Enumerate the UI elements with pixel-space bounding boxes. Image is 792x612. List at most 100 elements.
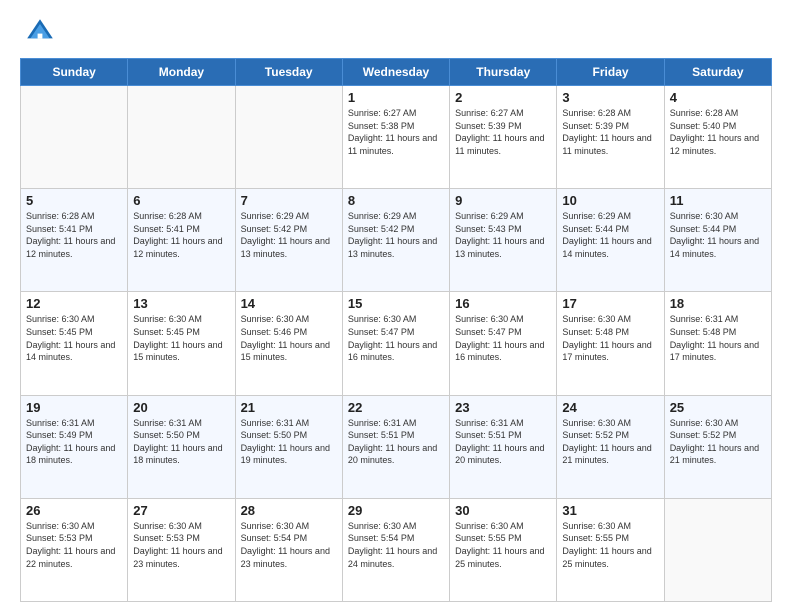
calendar-cell: 5 Sunrise: 6:28 AMSunset: 5:41 PMDayligh… bbox=[21, 189, 128, 292]
calendar-cell: 12 Sunrise: 6:30 AMSunset: 5:45 PMDaylig… bbox=[21, 292, 128, 395]
calendar-cell: 9 Sunrise: 6:29 AMSunset: 5:43 PMDayligh… bbox=[450, 189, 557, 292]
cell-info: Sunrise: 6:28 AMSunset: 5:39 PMDaylight:… bbox=[562, 107, 658, 157]
calendar-cell: 30 Sunrise: 6:30 AMSunset: 5:55 PMDaylig… bbox=[450, 498, 557, 601]
cell-info: Sunrise: 6:30 AMSunset: 5:46 PMDaylight:… bbox=[241, 313, 337, 363]
calendar-cell: 21 Sunrise: 6:31 AMSunset: 5:50 PMDaylig… bbox=[235, 395, 342, 498]
day-header-tuesday: Tuesday bbox=[235, 59, 342, 86]
cell-info: Sunrise: 6:30 AMSunset: 5:55 PMDaylight:… bbox=[455, 520, 551, 570]
calendar-cell: 19 Sunrise: 6:31 AMSunset: 5:49 PMDaylig… bbox=[21, 395, 128, 498]
calendar-cell: 13 Sunrise: 6:30 AMSunset: 5:45 PMDaylig… bbox=[128, 292, 235, 395]
cell-info: Sunrise: 6:29 AMSunset: 5:44 PMDaylight:… bbox=[562, 210, 658, 260]
cell-info: Sunrise: 6:30 AMSunset: 5:52 PMDaylight:… bbox=[562, 417, 658, 467]
day-header-monday: Monday bbox=[128, 59, 235, 86]
day-number: 12 bbox=[26, 296, 122, 311]
logo-icon bbox=[24, 16, 56, 48]
day-number: 7 bbox=[241, 193, 337, 208]
page: SundayMondayTuesdayWednesdayThursdayFrid… bbox=[0, 0, 792, 612]
calendar-cell: 14 Sunrise: 6:30 AMSunset: 5:46 PMDaylig… bbox=[235, 292, 342, 395]
day-number: 23 bbox=[455, 400, 551, 415]
day-number: 6 bbox=[133, 193, 229, 208]
day-number: 10 bbox=[562, 193, 658, 208]
day-number: 1 bbox=[348, 90, 444, 105]
day-number: 26 bbox=[26, 503, 122, 518]
day-header-sunday: Sunday bbox=[21, 59, 128, 86]
calendar-week-row: 26 Sunrise: 6:30 AMSunset: 5:53 PMDaylig… bbox=[21, 498, 772, 601]
day-number: 31 bbox=[562, 503, 658, 518]
day-number: 30 bbox=[455, 503, 551, 518]
cell-info: Sunrise: 6:30 AMSunset: 5:53 PMDaylight:… bbox=[26, 520, 122, 570]
calendar-cell: 2 Sunrise: 6:27 AMSunset: 5:39 PMDayligh… bbox=[450, 86, 557, 189]
cell-info: Sunrise: 6:31 AMSunset: 5:50 PMDaylight:… bbox=[133, 417, 229, 467]
day-number: 17 bbox=[562, 296, 658, 311]
cell-info: Sunrise: 6:31 AMSunset: 5:51 PMDaylight:… bbox=[455, 417, 551, 467]
day-number: 18 bbox=[670, 296, 766, 311]
calendar-cell: 22 Sunrise: 6:31 AMSunset: 5:51 PMDaylig… bbox=[342, 395, 449, 498]
calendar-cell: 15 Sunrise: 6:30 AMSunset: 5:47 PMDaylig… bbox=[342, 292, 449, 395]
day-number: 3 bbox=[562, 90, 658, 105]
cell-info: Sunrise: 6:28 AMSunset: 5:40 PMDaylight:… bbox=[670, 107, 766, 157]
cell-info: Sunrise: 6:30 AMSunset: 5:45 PMDaylight:… bbox=[133, 313, 229, 363]
cell-info: Sunrise: 6:29 AMSunset: 5:42 PMDaylight:… bbox=[348, 210, 444, 260]
day-number: 9 bbox=[455, 193, 551, 208]
calendar-cell: 27 Sunrise: 6:30 AMSunset: 5:53 PMDaylig… bbox=[128, 498, 235, 601]
day-number: 2 bbox=[455, 90, 551, 105]
calendar-cell: 28 Sunrise: 6:30 AMSunset: 5:54 PMDaylig… bbox=[235, 498, 342, 601]
day-number: 22 bbox=[348, 400, 444, 415]
calendar: SundayMondayTuesdayWednesdayThursdayFrid… bbox=[20, 58, 772, 602]
day-number: 4 bbox=[670, 90, 766, 105]
day-header-thursday: Thursday bbox=[450, 59, 557, 86]
day-number: 15 bbox=[348, 296, 444, 311]
calendar-cell: 11 Sunrise: 6:30 AMSunset: 5:44 PMDaylig… bbox=[664, 189, 771, 292]
day-number: 13 bbox=[133, 296, 229, 311]
cell-info: Sunrise: 6:30 AMSunset: 5:47 PMDaylight:… bbox=[455, 313, 551, 363]
calendar-cell: 29 Sunrise: 6:30 AMSunset: 5:54 PMDaylig… bbox=[342, 498, 449, 601]
cell-info: Sunrise: 6:30 AMSunset: 5:54 PMDaylight:… bbox=[348, 520, 444, 570]
day-number: 14 bbox=[241, 296, 337, 311]
cell-info: Sunrise: 6:30 AMSunset: 5:55 PMDaylight:… bbox=[562, 520, 658, 570]
day-number: 8 bbox=[348, 193, 444, 208]
cell-info: Sunrise: 6:29 AMSunset: 5:43 PMDaylight:… bbox=[455, 210, 551, 260]
calendar-cell: 26 Sunrise: 6:30 AMSunset: 5:53 PMDaylig… bbox=[21, 498, 128, 601]
calendar-cell: 3 Sunrise: 6:28 AMSunset: 5:39 PMDayligh… bbox=[557, 86, 664, 189]
calendar-cell: 4 Sunrise: 6:28 AMSunset: 5:40 PMDayligh… bbox=[664, 86, 771, 189]
calendar-cell: 31 Sunrise: 6:30 AMSunset: 5:55 PMDaylig… bbox=[557, 498, 664, 601]
calendar-cell: 8 Sunrise: 6:29 AMSunset: 5:42 PMDayligh… bbox=[342, 189, 449, 292]
cell-info: Sunrise: 6:30 AMSunset: 5:48 PMDaylight:… bbox=[562, 313, 658, 363]
calendar-cell bbox=[235, 86, 342, 189]
day-number: 29 bbox=[348, 503, 444, 518]
cell-info: Sunrise: 6:30 AMSunset: 5:47 PMDaylight:… bbox=[348, 313, 444, 363]
cell-info: Sunrise: 6:27 AMSunset: 5:39 PMDaylight:… bbox=[455, 107, 551, 157]
calendar-week-row: 1 Sunrise: 6:27 AMSunset: 5:38 PMDayligh… bbox=[21, 86, 772, 189]
day-number: 21 bbox=[241, 400, 337, 415]
day-number: 19 bbox=[26, 400, 122, 415]
cell-info: Sunrise: 6:30 AMSunset: 5:54 PMDaylight:… bbox=[241, 520, 337, 570]
calendar-week-row: 12 Sunrise: 6:30 AMSunset: 5:45 PMDaylig… bbox=[21, 292, 772, 395]
day-number: 5 bbox=[26, 193, 122, 208]
cell-info: Sunrise: 6:28 AMSunset: 5:41 PMDaylight:… bbox=[133, 210, 229, 260]
day-header-friday: Friday bbox=[557, 59, 664, 86]
calendar-cell bbox=[664, 498, 771, 601]
cell-info: Sunrise: 6:31 AMSunset: 5:49 PMDaylight:… bbox=[26, 417, 122, 467]
calendar-cell: 7 Sunrise: 6:29 AMSunset: 5:42 PMDayligh… bbox=[235, 189, 342, 292]
cell-info: Sunrise: 6:27 AMSunset: 5:38 PMDaylight:… bbox=[348, 107, 444, 157]
cell-info: Sunrise: 6:30 AMSunset: 5:45 PMDaylight:… bbox=[26, 313, 122, 363]
calendar-cell bbox=[128, 86, 235, 189]
calendar-cell: 10 Sunrise: 6:29 AMSunset: 5:44 PMDaylig… bbox=[557, 189, 664, 292]
cell-info: Sunrise: 6:31 AMSunset: 5:51 PMDaylight:… bbox=[348, 417, 444, 467]
calendar-cell: 23 Sunrise: 6:31 AMSunset: 5:51 PMDaylig… bbox=[450, 395, 557, 498]
calendar-cell: 20 Sunrise: 6:31 AMSunset: 5:50 PMDaylig… bbox=[128, 395, 235, 498]
calendar-cell: 16 Sunrise: 6:30 AMSunset: 5:47 PMDaylig… bbox=[450, 292, 557, 395]
day-number: 25 bbox=[670, 400, 766, 415]
calendar-cell: 6 Sunrise: 6:28 AMSunset: 5:41 PMDayligh… bbox=[128, 189, 235, 292]
calendar-cell bbox=[21, 86, 128, 189]
day-header-wednesday: Wednesday bbox=[342, 59, 449, 86]
calendar-cell: 17 Sunrise: 6:30 AMSunset: 5:48 PMDaylig… bbox=[557, 292, 664, 395]
day-number: 28 bbox=[241, 503, 337, 518]
calendar-header-row: SundayMondayTuesdayWednesdayThursdayFrid… bbox=[21, 59, 772, 86]
calendar-week-row: 5 Sunrise: 6:28 AMSunset: 5:41 PMDayligh… bbox=[21, 189, 772, 292]
header bbox=[20, 16, 772, 48]
calendar-cell: 1 Sunrise: 6:27 AMSunset: 5:38 PMDayligh… bbox=[342, 86, 449, 189]
cell-info: Sunrise: 6:30 AMSunset: 5:44 PMDaylight:… bbox=[670, 210, 766, 260]
calendar-cell: 25 Sunrise: 6:30 AMSunset: 5:52 PMDaylig… bbox=[664, 395, 771, 498]
calendar-cell: 18 Sunrise: 6:31 AMSunset: 5:48 PMDaylig… bbox=[664, 292, 771, 395]
